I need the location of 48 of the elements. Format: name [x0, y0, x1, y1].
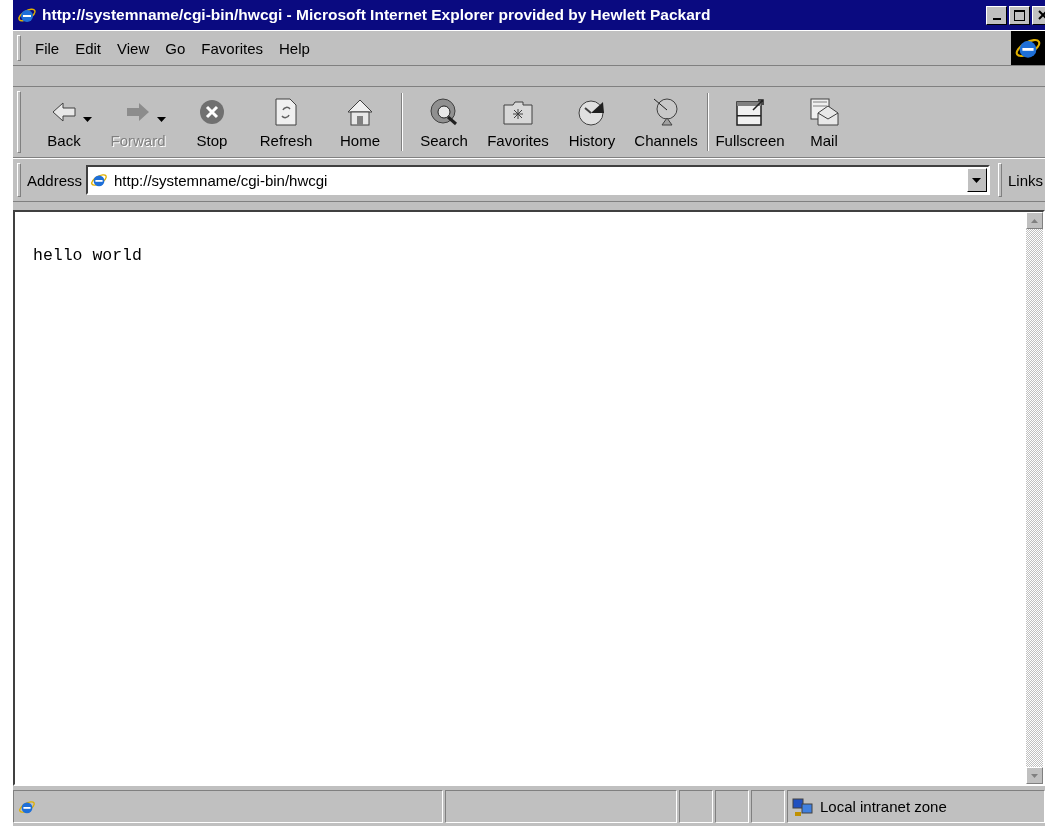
refresh-icon: [275, 98, 297, 126]
toolbar-button[interactable]: Channels: [629, 87, 703, 157]
zone-label: Local intranet zone: [820, 798, 947, 815]
window-title: http://systemname/cgi-bin/hwcgi - Microsoft Internet Explorer provided by Hewlett Packard: [42, 6, 712, 24]
toolbar-button[interactable]: Fullscreen: [713, 87, 787, 157]
satellite-dish-icon: [652, 97, 680, 127]
toolbar-button[interactable]: Mail: [787, 87, 861, 157]
address-field[interactable]: http://systemname/cgi-bin/hwcgi: [86, 165, 990, 195]
scroll-bar[interactable]: [1026, 212, 1043, 784]
left-arrow-icon: [51, 101, 77, 123]
folder-icon: [503, 99, 533, 125]
toolbar-button[interactable]: Home: [323, 87, 397, 157]
network-icon: [792, 796, 814, 817]
stop-icon: [199, 99, 225, 125]
toolbar-button[interactable]: Refresh: [249, 87, 323, 157]
menu-item[interactable]: Go: [157, 35, 194, 61]
address-label: Address: [27, 171, 84, 189]
caret-icon: [972, 177, 982, 183]
dropdown-button[interactable]: [966, 168, 987, 192]
close-icon: [1037, 10, 1045, 20]
menu-item[interactable]: Favorites: [193, 35, 271, 61]
minimize-button[interactable]: [986, 5, 1007, 25]
status-pane: [715, 790, 749, 823]
window-icon: [735, 98, 765, 126]
minimize-icon: [992, 17, 1001, 20]
page-icon: [90, 171, 109, 189]
maximize-button[interactable]: [1009, 5, 1030, 25]
search-icon: [429, 98, 459, 126]
address-text: http://systemname/cgi-bin/hwcgi: [114, 171, 329, 189]
status-pane: [751, 790, 785, 823]
house-icon: [346, 98, 374, 126]
toolbar-button[interactable]: Stop: [175, 87, 249, 157]
clock-icon: [577, 98, 607, 126]
maximize-icon: [1014, 9, 1025, 21]
right-arrow-icon: [125, 101, 151, 123]
toolbar-button[interactable]: Search: [407, 87, 481, 157]
caret-icon[interactable]: [83, 116, 92, 122]
toolbar-button[interactable]: History: [555, 87, 629, 157]
status-pane: [679, 790, 713, 823]
menu-item[interactable]: Help: [271, 35, 318, 61]
toolbar-button[interactable]: Favorites: [481, 87, 555, 157]
menu-item[interactable]: Edit: [67, 35, 110, 61]
menu-item[interactable]: View: [109, 35, 158, 61]
menu-item[interactable]: File: [27, 35, 68, 61]
page-text: hello world: [33, 246, 142, 265]
toolbar-button[interactable]: Back: [27, 87, 101, 157]
links-button[interactable]: Links: [1005, 171, 1045, 189]
mail-icon: [809, 98, 839, 126]
